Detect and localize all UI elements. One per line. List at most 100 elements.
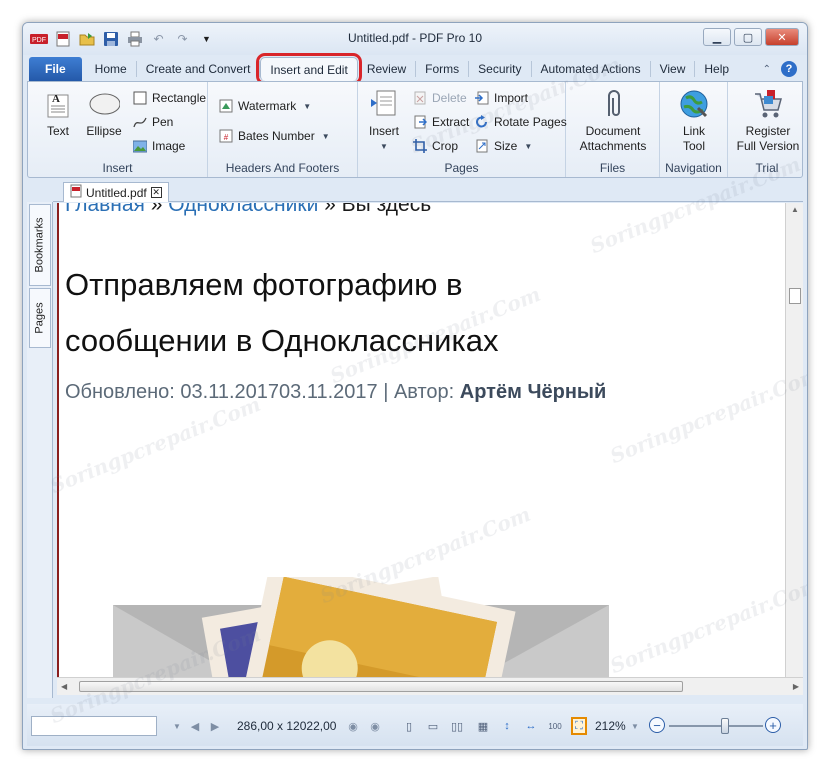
vertical-scroll-thumb[interactable] — [789, 288, 801, 304]
continuous-page-icon[interactable]: ▭ — [425, 717, 441, 735]
forward-view-icon[interactable]: ◉ — [367, 717, 383, 735]
tab-bookmarks[interactable]: Bookmarks — [29, 204, 51, 286]
close-icon[interactable]: ✕ — [765, 28, 799, 46]
dropdown-arrow-icon: ▼ — [524, 141, 533, 151]
collapse-ribbon-icon[interactable]: ⌃ — [763, 64, 771, 75]
tab-help[interactable]: Help — [695, 57, 738, 81]
back-view-icon[interactable]: ◉ — [345, 717, 361, 735]
bookmarks-tab-label: Bookmarks — [34, 217, 46, 273]
actual-size-icon[interactable]: 100 — [547, 717, 563, 735]
vertical-scrollbar[interactable]: ▲ — [785, 203, 803, 677]
breadcrumb-home-link[interactable]: Главная — [65, 203, 145, 216]
maximize-icon[interactable]: ▢ — [734, 28, 762, 46]
two-page-icon[interactable]: ▯▯ — [449, 717, 465, 735]
image-button[interactable]: Image — [132, 136, 185, 156]
link-tool-label-line1: Link — [682, 124, 705, 138]
breadcrumb-section-link[interactable]: Одноклассники — [168, 203, 318, 216]
page-size-icon — [474, 138, 490, 154]
bates-number-icon: # — [218, 128, 234, 144]
group-files: Document Attachments Files — [566, 82, 660, 177]
pen-button[interactable]: Pen — [132, 112, 173, 132]
insert-pages-button[interactable]: Insert ▼ — [364, 88, 404, 154]
zoom-in-icon[interactable]: + — [765, 717, 781, 733]
rectangle-button-label: Rectangle — [152, 91, 207, 105]
tab-home[interactable]: Home — [86, 57, 136, 81]
link-tool-button[interactable]: Link Tool — [664, 88, 724, 154]
tab-create-and-convert[interactable]: Create and Convert — [137, 57, 260, 81]
next-page-icon[interactable]: ▶ — [207, 717, 223, 735]
page-size-button[interactable]: Size ▼ — [474, 136, 532, 156]
bates-number-button[interactable]: # Bates Number ▼ — [218, 126, 330, 146]
fit-page-icon[interactable]: ⛶ — [571, 717, 587, 735]
group-headers-footers-label: Headers And Footers — [225, 161, 340, 175]
zoom-out-icon[interactable]: − — [649, 717, 665, 733]
crop-icon — [412, 138, 428, 154]
envelope-photo-illustration — [113, 577, 609, 677]
fit-width-icon[interactable]: ↔ — [523, 717, 539, 735]
tab-security[interactable]: Security — [469, 57, 530, 81]
rectangle-button[interactable]: Rectangle — [132, 88, 206, 108]
zoom-slider[interactable] — [669, 718, 763, 734]
article-title-line2: сообщении в Одноклассниках — [65, 323, 499, 358]
zoom-dropdown-icon[interactable]: ▼ — [627, 717, 643, 735]
page-number-field[interactable] — [31, 716, 157, 736]
ellipse-icon — [88, 88, 120, 120]
tab-forms[interactable]: Forms — [416, 57, 468, 81]
tab-file[interactable]: File — [29, 57, 82, 81]
horizontal-scroll-thumb[interactable] — [79, 681, 683, 692]
previous-page-icon[interactable]: ◀ — [187, 717, 203, 735]
help-icon[interactable]: ? — [781, 61, 797, 77]
import-pages-button[interactable]: Import — [474, 88, 528, 108]
register-label-line2: Full Version — [736, 139, 800, 153]
delete-pages-button[interactable]: Delete — [412, 88, 467, 108]
pdf-file-icon — [70, 184, 82, 201]
image-button-label: Image — [152, 139, 186, 153]
close-tab-icon[interactable]: ✕ — [150, 187, 162, 198]
paperclip-icon — [597, 88, 629, 120]
document-attachments-button[interactable]: Document Attachments — [570, 88, 656, 154]
grid-view-icon[interactable]: ▦ — [475, 717, 491, 735]
watermark-button[interactable]: Watermark ▼ — [218, 96, 311, 116]
text-button-label: Text — [46, 124, 69, 138]
insert-pages-icon — [368, 88, 400, 120]
pen-button-label: Pen — [152, 115, 174, 129]
single-page-icon[interactable]: ▯ — [401, 717, 417, 735]
watermark-icon — [218, 98, 234, 114]
group-pages-label: Pages — [444, 161, 479, 175]
tab-automated-actions[interactable]: Automated Actions — [532, 57, 650, 81]
tab-review[interactable]: Review — [358, 57, 415, 81]
window-title: Untitled.pdf - PDF Pro 10 — [347, 31, 483, 45]
watermark-button-label: Watermark — [238, 99, 297, 113]
scroll-up-icon[interactable]: ▲ — [791, 205, 799, 214]
extract-pages-button[interactable]: Extract — [412, 112, 469, 132]
zoom-slider-knob[interactable] — [721, 718, 729, 734]
tab-view[interactable]: View — [651, 57, 695, 81]
text-button[interactable]: A Text — [38, 88, 78, 139]
crop-pages-button[interactable]: Crop — [412, 136, 458, 156]
group-insert-label: Insert — [102, 161, 133, 175]
tab-insert-and-edit[interactable]: Insert and Edit — [256, 53, 362, 85]
register-full-version-button[interactable]: Register Full Version — [730, 88, 806, 154]
group-pages: Insert ▼ Delete Extract Crop Import Rota… — [358, 82, 567, 177]
horizontal-scrollbar[interactable]: ◀ ▶ — [57, 677, 803, 695]
fit-height-icon[interactable]: ↕ — [499, 717, 515, 735]
article-title: Отправляем фотографию в сообщении в Одно… — [65, 257, 665, 369]
minimize-icon[interactable]: ▁ — [703, 28, 731, 46]
page-size-label: Size — [494, 139, 518, 153]
document-tab[interactable]: Untitled.pdf ✕ — [63, 182, 169, 202]
group-navigation: Link Tool Navigation — [660, 82, 728, 177]
app-window: PDF ↶ ↷ ▼ Untitled.pdf - PDF Pro 10 ▁ ▢ … — [22, 22, 808, 750]
ribbon-tabs: File Home Create and Convert Insert and … — [29, 53, 801, 85]
ellipse-button[interactable]: Ellipse — [82, 88, 126, 139]
rotate-pages-label: Rotate Pages — [494, 115, 567, 129]
page-dropdown-icon[interactable]: ▼ — [169, 717, 185, 735]
tab-pages[interactable]: Pages — [29, 288, 51, 348]
shopping-cart-icon — [752, 88, 784, 120]
rotate-pages-button[interactable]: Rotate Pages — [474, 112, 567, 132]
article-author[interactable]: Артём Чёрный — [460, 381, 607, 403]
scroll-left-icon[interactable]: ◀ — [61, 682, 67, 691]
scroll-right-icon[interactable]: ▶ — [793, 682, 799, 691]
group-navigation-label: Navigation — [665, 161, 722, 175]
dropdown-arrow-icon: ▼ — [380, 142, 388, 151]
link-tool-label-line2: Tool — [682, 139, 705, 153]
